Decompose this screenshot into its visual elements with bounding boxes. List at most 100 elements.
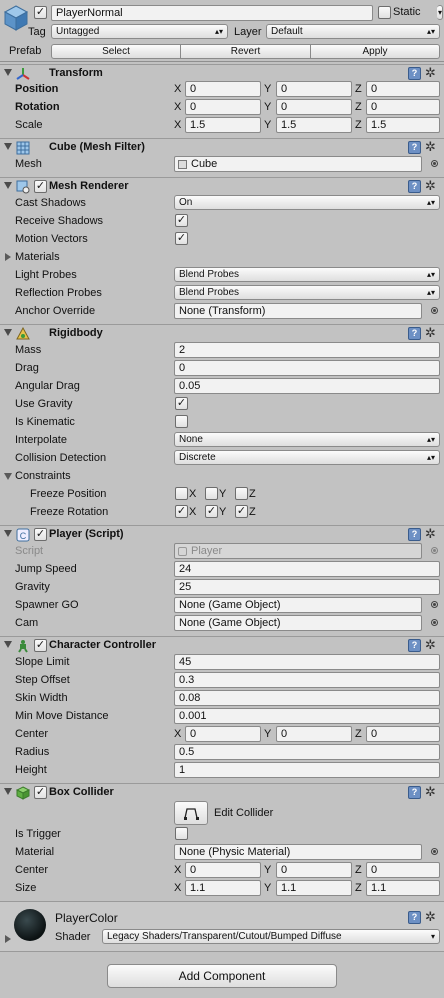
gear-icon[interactable]: ✲ [425, 526, 436, 541]
physic-material-field[interactable]: None (Physic Material) [174, 844, 422, 860]
mesh-filter-header[interactable]: Cube (Mesh Filter) ? ✲ [0, 138, 444, 156]
edit-collider-button[interactable] [174, 801, 208, 825]
position-x-field[interactable]: 0 [185, 81, 261, 97]
rotation-z-field[interactable]: 0 [366, 99, 440, 115]
freeze-rotation-x-checkbox[interactable]: ✓ [175, 505, 188, 518]
is-kinematic-checkbox[interactable] [175, 415, 188, 428]
rotation-y-field[interactable]: 0 [276, 99, 352, 115]
size-y-field[interactable]: 1.1 [276, 880, 352, 896]
help-icon[interactable]: ? [408, 528, 421, 541]
center-z-field[interactable]: 0 [366, 862, 440, 878]
mass-field[interactable]: 2 [174, 342, 440, 358]
gear-icon[interactable]: ✲ [425, 637, 436, 652]
foldout-arrow-icon[interactable] [4, 69, 12, 76]
drag-field[interactable]: 0 [174, 360, 440, 376]
object-picker-icon[interactable] [431, 601, 438, 608]
object-picker-icon[interactable] [431, 307, 438, 314]
gear-icon[interactable]: ✲ [425, 784, 436, 799]
mesh-field[interactable]: Cube [174, 156, 422, 172]
rigidbody-header[interactable]: Rigidbody ? ✲ [0, 324, 444, 342]
transform-header[interactable]: Transform ? ✲ [0, 64, 444, 82]
materials-label[interactable]: Materials [15, 250, 60, 264]
gear-icon[interactable]: ✲ [425, 139, 436, 154]
active-checkbox[interactable]: ✓ [34, 6, 47, 19]
is-trigger-checkbox[interactable] [175, 827, 188, 840]
motion-vectors-checkbox[interactable]: ✓ [175, 232, 188, 245]
component-enabled-checkbox[interactable]: ✓ [34, 786, 47, 799]
height-field[interactable]: 1 [174, 762, 440, 778]
size-z-field[interactable]: 1.1 [366, 880, 440, 896]
light-probes-dropdown[interactable]: Blend Probes ▴▾ [174, 267, 440, 282]
foldout-arrow-icon[interactable] [4, 530, 12, 537]
position-y-field[interactable]: 0 [276, 81, 352, 97]
skin-width-field[interactable]: 0.08 [174, 690, 440, 706]
prefab-apply-button[interactable]: Apply [311, 44, 440, 59]
box-collider-header[interactable]: ✓ Box Collider ? ✲ [0, 783, 444, 801]
constraints-foldout-icon[interactable] [4, 473, 12, 480]
anchor-override-field[interactable]: None (Transform) [174, 303, 422, 319]
radius-field[interactable]: 0.5 [174, 744, 440, 760]
gear-icon[interactable]: ✲ [425, 325, 436, 340]
object-picker-icon[interactable] [431, 160, 438, 167]
jump-speed-field[interactable]: 24 [174, 561, 440, 577]
prefab-select-button[interactable]: Select [51, 44, 181, 59]
prefab-revert-button[interactable]: Revert [181, 44, 311, 59]
center-x-field[interactable]: 0 [185, 862, 261, 878]
scale-y-field[interactable]: 1.5 [276, 117, 352, 133]
foldout-arrow-icon[interactable] [4, 182, 12, 189]
static-checkbox[interactable] [378, 6, 391, 19]
help-icon[interactable]: ? [408, 67, 421, 80]
size-x-field[interactable]: 1.1 [185, 880, 261, 896]
gear-icon[interactable]: ✲ [425, 178, 436, 193]
gear-icon[interactable]: ✲ [425, 909, 436, 925]
center-y-field[interactable]: 0 [276, 726, 352, 742]
receive-shadows-checkbox[interactable]: ✓ [175, 214, 188, 227]
help-icon[interactable]: ? [408, 786, 421, 799]
freeze-position-x-checkbox[interactable] [175, 487, 188, 500]
gravity-field[interactable]: 25 [174, 579, 440, 595]
add-component-button[interactable]: Add Component [107, 964, 337, 988]
help-icon[interactable]: ? [408, 639, 421, 652]
reflection-probes-dropdown[interactable]: Blend Probes ▴▾ [174, 285, 440, 300]
foldout-arrow-icon[interactable] [4, 641, 12, 648]
freeze-rotation-z-checkbox[interactable]: ✓ [235, 505, 248, 518]
freeze-position-z-checkbox[interactable] [235, 487, 248, 500]
material-foldout-icon[interactable] [5, 935, 11, 943]
mesh-renderer-header[interactable]: ✓ Mesh Renderer ? ✲ [0, 177, 444, 195]
foldout-arrow-icon[interactable] [4, 143, 12, 150]
layer-dropdown[interactable]: Default ▴▾ [266, 24, 440, 39]
shader-dropdown[interactable]: Legacy Shaders/Transparent/Cutout/Bumped… [102, 929, 440, 944]
center-x-field[interactable]: 0 [185, 726, 261, 742]
scale-z-field[interactable]: 1.5 [366, 117, 440, 133]
collision-detection-dropdown[interactable]: Discrete ▴▾ [174, 450, 440, 465]
help-icon[interactable]: ? [408, 141, 421, 154]
help-icon[interactable]: ? [408, 911, 421, 924]
spawner-go-field[interactable]: None (Game Object) [174, 597, 422, 613]
object-name-field[interactable]: PlayerNormal [51, 5, 373, 21]
gear-icon[interactable]: ✲ [425, 65, 436, 80]
freeze-position-y-checkbox[interactable] [205, 487, 218, 500]
object-picker-icon[interactable] [431, 619, 438, 626]
component-enabled-checkbox[interactable]: ✓ [34, 528, 47, 541]
cam-field[interactable]: None (Game Object) [174, 615, 422, 631]
tag-dropdown[interactable]: Untagged ▴▾ [51, 24, 228, 39]
help-icon[interactable]: ? [408, 327, 421, 340]
interpolate-dropdown[interactable]: None ▴▾ [174, 432, 440, 447]
position-z-field[interactable]: 0 [366, 81, 440, 97]
cast-shadows-dropdown[interactable]: On ▴▾ [174, 195, 440, 210]
center-y-field[interactable]: 0 [276, 862, 352, 878]
character-controller-header[interactable]: ✓ Character Controller ? ✲ [0, 636, 444, 654]
player-script-header[interactable]: C ✓ Player (Script) ? ✲ [0, 525, 444, 543]
min-move-distance-field[interactable]: 0.001 [174, 708, 440, 724]
constraints-label[interactable]: Constraints [15, 469, 71, 483]
object-picker-icon[interactable] [431, 848, 438, 855]
angular-drag-field[interactable]: 0.05 [174, 378, 440, 394]
scale-x-field[interactable]: 1.5 [185, 117, 261, 133]
component-enabled-checkbox[interactable]: ✓ [34, 180, 47, 193]
static-dropdown[interactable]: ▾ [437, 5, 443, 20]
center-z-field[interactable]: 0 [366, 726, 440, 742]
foldout-arrow-icon[interactable] [4, 329, 12, 336]
use-gravity-checkbox[interactable]: ✓ [175, 397, 188, 410]
step-offset-field[interactable]: 0.3 [174, 672, 440, 688]
rotation-x-field[interactable]: 0 [185, 99, 261, 115]
